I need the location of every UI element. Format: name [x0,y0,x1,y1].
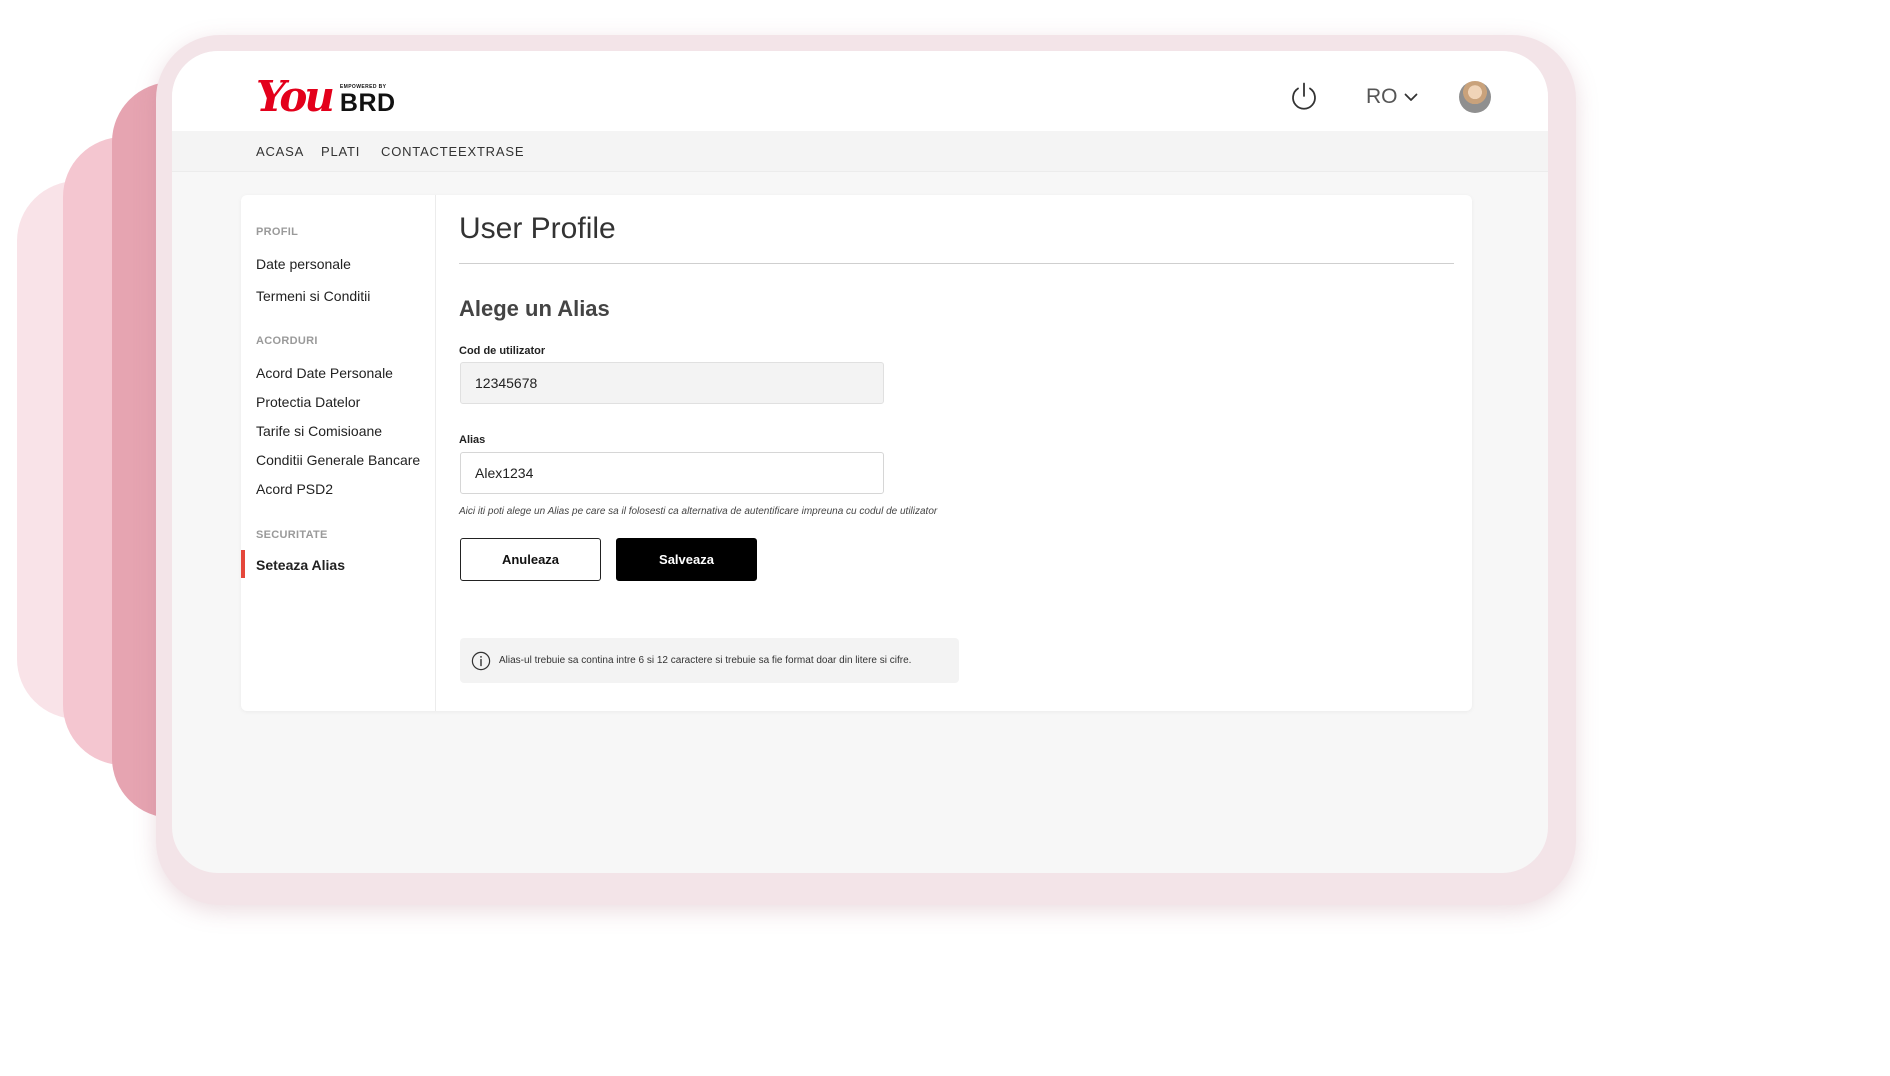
save-button[interactable]: Salveaza [616,538,757,581]
language-selector[interactable]: RO [1366,85,1418,109]
logo-you: You [256,72,335,121]
sidebar-item-psd2[interactable]: Acord PSD2 [256,481,333,497]
logo-bank: BRD [339,89,396,117]
alias-input[interactable]: Alex1234 [460,452,884,494]
active-indicator [241,550,245,578]
info-text: Alias-ul trebuie sa contina intre 6 si 1… [499,655,912,666]
app-screen: You EMPOWERED BY BRD RO ACASA PLATI CONT… [172,51,1548,873]
sidebar-item-acord-date[interactable]: Acord Date Personale [256,365,393,381]
nav-item-acasa[interactable]: ACASA [256,144,304,159]
title-divider [459,263,1454,264]
main-nav: ACASA PLATI CONTACTE EXTRASE [172,131,1548,172]
alias-value: Alex1234 [475,465,534,481]
sidebar-item-seteaza-alias[interactable]: Seteaza Alias [256,557,345,573]
sidebar-heading-securitate: SECURITATE [256,529,328,541]
power-icon[interactable] [1288,81,1320,113]
section-title: Alege un Alias [459,296,610,321]
profile-card: PROFIL Date personale Termeni si Conditi… [241,195,1472,711]
info-icon [471,651,491,670]
header: You EMPOWERED BY BRD RO [172,51,1548,131]
nav-item-contacte[interactable]: CONTACTE [381,144,458,159]
info-notice: Alias-ul trebuie sa contina intre 6 si 1… [460,638,959,683]
sidebar-heading-acorduri: ACORDURI [256,335,318,347]
sidebar: PROFIL Date personale Termeni si Conditi… [241,195,436,711]
nav-item-extrase[interactable]: EXTRASE [458,144,524,159]
user-code-field: 12345678 [460,362,884,404]
user-code-label: Cod de utilizator [459,345,546,357]
sidebar-item-tarife[interactable]: Tarife si Comisioane [256,423,382,439]
page-title: User Profile [459,212,616,245]
main-content: User Profile Alege un Alias Cod de utili… [459,195,1454,711]
nav-item-plati[interactable]: PLATI [321,144,360,159]
sidebar-item-date-personale[interactable]: Date personale [256,256,351,272]
alias-label: Alias [459,434,486,446]
alias-hint: Aici iti poti alege un Alias pe care sa … [459,506,938,517]
sidebar-item-conditii[interactable]: Conditii Generale Bancare [256,452,420,468]
language-label: RO [1366,85,1398,108]
brand-logo[interactable]: You EMPOWERED BY BRD [256,71,396,119]
chevron-down-icon [1404,93,1417,101]
cancel-button[interactable]: Anuleaza [460,538,601,581]
avatar[interactable] [1459,81,1491,113]
sidebar-heading-profil: PROFIL [256,226,299,238]
user-code-value: 12345678 [475,375,538,391]
sidebar-item-termeni[interactable]: Termeni si Conditii [256,288,370,304]
sidebar-item-protectia[interactable]: Protectia Datelor [256,394,360,410]
